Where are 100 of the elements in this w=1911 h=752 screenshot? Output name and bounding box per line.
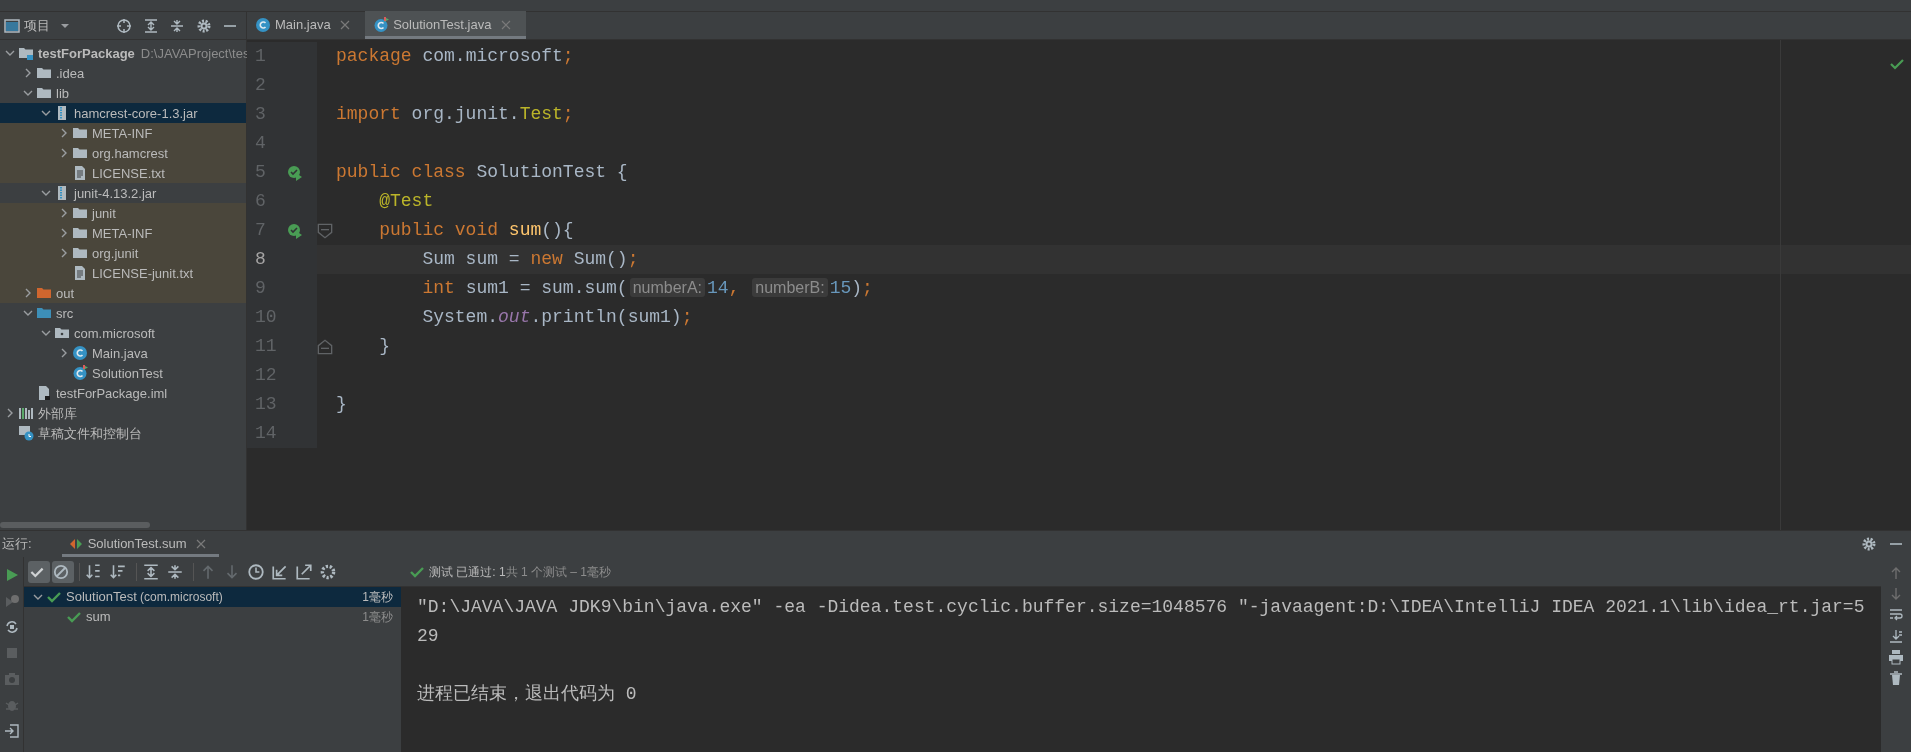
test-item[interactable]: sum 1毫秒 — [24, 607, 401, 627]
module-file-icon — [36, 385, 52, 402]
duration-label: 1毫秒 — [362, 609, 393, 626]
item-label: SolutionTest — [92, 364, 163, 383]
library-icon — [18, 405, 34, 422]
test-item[interactable]: SolutionTest (com.microsoft) 1毫秒 — [24, 587, 401, 607]
ignored-filter-icon — [52, 562, 71, 581]
tree-item[interactable]: out — [0, 283, 246, 304]
no-problems-icon — [1889, 56, 1905, 72]
run-test-icon[interactable] — [287, 222, 303, 239]
locate-icon[interactable] — [116, 17, 132, 34]
scroll-to-end-icon[interactable] — [1888, 628, 1904, 645]
item-label: Main.java — [92, 344, 148, 363]
file-tab[interactable]: Main.java — [247, 11, 366, 39]
code-line: Sum sum = new Sum(); — [421, 248, 639, 271]
print-icon[interactable] — [1888, 649, 1904, 666]
tree-item[interactable]: SolutionTest — [0, 363, 246, 384]
panel-label: 运行: — [2, 535, 32, 554]
code-line: } — [378, 335, 390, 358]
run-test-icon[interactable] — [287, 164, 303, 181]
code-line: @Test — [378, 190, 434, 213]
item-label: junit-4.13.2.jar — [74, 184, 157, 203]
tree-item[interactable]: com.microsoft — [0, 323, 246, 344]
line-number: 8 — [255, 248, 266, 271]
toggle-auto-test-icon[interactable] — [3, 619, 20, 635]
clock-icon — [247, 562, 266, 581]
settings-icon[interactable] — [1861, 536, 1878, 552]
item-label: lib — [56, 84, 69, 103]
code-line: } — [335, 393, 347, 416]
expand-all-icon[interactable] — [142, 17, 159, 34]
passed-filter-button[interactable] — [28, 560, 51, 583]
command-line: "D:\JAVA\JAVA JDK9\bin\java.exe" -ea -Didea.test.cyclic.buffer.size=1048576 "-javaagent:D:\IDEA\IntelliJ IDEA 2021.1\lib\idea_rt.jar=5 — [417, 596, 1866, 619]
code-line: System.out.println(sum1); — [421, 306, 693, 329]
tree-item[interactable]: lib — [0, 83, 246, 104]
tree-item[interactable]: org.junit — [0, 243, 246, 264]
sort-duration-icon — [109, 562, 128, 581]
item-label: LICENSE.txt — [92, 164, 165, 183]
trash-icon[interactable] — [1888, 670, 1904, 687]
panel-title[interactable]: 项目 — [24, 15, 50, 36]
settings-icon — [319, 562, 338, 581]
tree-item[interactable]: .idea — [0, 63, 246, 84]
tree-item[interactable]: org.hamcrest — [0, 143, 246, 164]
tree-item[interactable]: META-INF — [0, 223, 246, 244]
class-icon — [72, 345, 88, 362]
item-label: org.hamcrest — [92, 144, 168, 163]
collapse-all-icon — [166, 562, 185, 581]
settings-icon[interactable] — [195, 17, 212, 34]
tree-item[interactable]: LICENSE.txt — [0, 163, 246, 184]
code-line: public void sum(){ — [378, 219, 574, 242]
item-label: hamcrest-core-1.3.jar — [74, 104, 198, 123]
fold-icon[interactable] — [317, 222, 333, 239]
code-line: package com.microsoft; — [335, 45, 574, 68]
export-icon — [295, 562, 314, 581]
exit-message: 进程已结束，退出代码为 0 — [417, 683, 638, 706]
tree-item[interactable]: 外部库 — [0, 403, 246, 424]
run-tab[interactable]: SolutionTest.sum — [61, 531, 220, 557]
text-file-icon — [72, 265, 88, 282]
item-label: 外部库 — [38, 404, 77, 423]
ignored-filter-button[interactable] — [52, 560, 75, 583]
code-line: import org.junit.Test; — [335, 103, 574, 126]
item-label: testForPackage — [38, 44, 135, 63]
exit-icon[interactable] — [3, 723, 20, 739]
test-class-icon — [373, 17, 390, 33]
test-name: sum — [86, 608, 111, 627]
tree-item[interactable]: junit-4.13.2.jar — [0, 183, 246, 204]
test-class-icon — [72, 365, 88, 382]
tree-item[interactable]: LICENSE-junit.txt — [0, 263, 246, 284]
item-label: com.microsoft — [74, 324, 155, 343]
collapse-all-icon[interactable] — [169, 17, 185, 34]
expand-all-icon — [142, 562, 161, 581]
tree-item[interactable]: testForPackage.iml — [0, 383, 246, 404]
tree-item[interactable]: src — [0, 303, 246, 324]
tree-item[interactable]: 草稿文件和控制台 — [0, 423, 246, 444]
scrollbar[interactable] — [0, 522, 150, 528]
code-line: int sum1 = sum.sum( numberA: 14, numberB: 15); — [421, 277, 873, 300]
text-file-icon — [72, 165, 88, 182]
item-label: junit — [92, 204, 116, 223]
item-label: src — [56, 304, 74, 323]
item-label: out — [56, 284, 75, 303]
fold-icon[interactable] — [317, 338, 333, 355]
output-line: 29 — [417, 625, 440, 648]
code-line: public class SolutionTest { — [335, 161, 628, 184]
class-icon — [255, 17, 271, 33]
tree-item[interactable]: junit — [0, 203, 246, 224]
status-label: 测试 — [429, 563, 453, 581]
tree-item[interactable]: hamcrest-core-1.3.jar — [0, 103, 246, 124]
item-label: META-INF — [92, 124, 153, 143]
test-summary: 共 1 个测试 – 1毫秒 — [505, 563, 611, 581]
file-tab[interactable]: SolutionTest.java — [365, 11, 526, 39]
test-name: SolutionTest — [66, 588, 137, 607]
tree-item[interactable]: Main.java — [0, 343, 246, 364]
tree-item[interactable]: META-INF — [0, 123, 246, 144]
passed-count: 已通过: 1 — [456, 563, 506, 581]
panel-icon[interactable] — [4, 17, 20, 34]
package-label: (com.microsoft) — [140, 589, 223, 606]
item-label: 草稿文件和控制台 — [38, 424, 142, 443]
item-label: LICENSE-junit.txt — [92, 264, 194, 283]
duration-label: 1毫秒 — [362, 589, 393, 606]
rerun-failed-icon[interactable] — [3, 593, 20, 609]
item-label: testForPackage.iml — [56, 384, 168, 403]
